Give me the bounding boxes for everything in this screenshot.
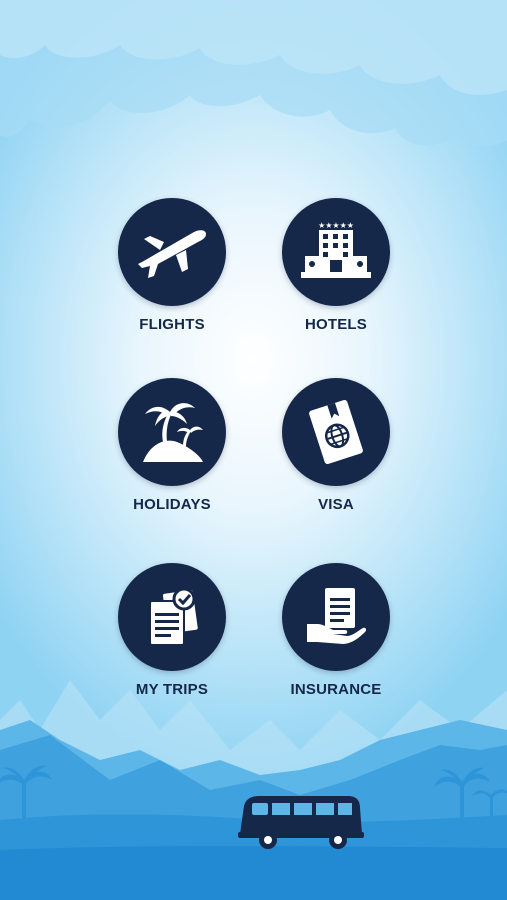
flights-label: FLIGHTS xyxy=(139,316,205,333)
svg-text:★★★★★: ★★★★★ xyxy=(318,221,354,230)
hotels-tile[interactable]: ★★★★★ HOTELS xyxy=(256,198,416,333)
hotels-label: HOTELS xyxy=(304,316,368,333)
visa-label: VISA xyxy=(318,496,354,513)
palm-island-icon xyxy=(143,403,203,462)
holidays-label: HOLIDAYS xyxy=(133,496,211,513)
visa-icon-circle xyxy=(282,378,390,486)
holidays-icon-circle xyxy=(118,378,226,486)
passport-icon xyxy=(309,399,363,465)
hotels-icon-circle: ★★★★★ xyxy=(282,198,390,306)
landscape-decoration xyxy=(0,680,507,900)
hotel-building-icon: ★★★★★ xyxy=(301,221,371,278)
clouds-decoration xyxy=(0,0,507,147)
holidays-tile[interactable]: HOLIDAYS xyxy=(92,378,252,513)
airplane-icon xyxy=(138,230,206,278)
visa-tile[interactable]: VISA xyxy=(256,378,416,513)
flights-tile[interactable]: FLIGHTS xyxy=(92,198,252,333)
flights-icon-circle xyxy=(118,198,226,306)
